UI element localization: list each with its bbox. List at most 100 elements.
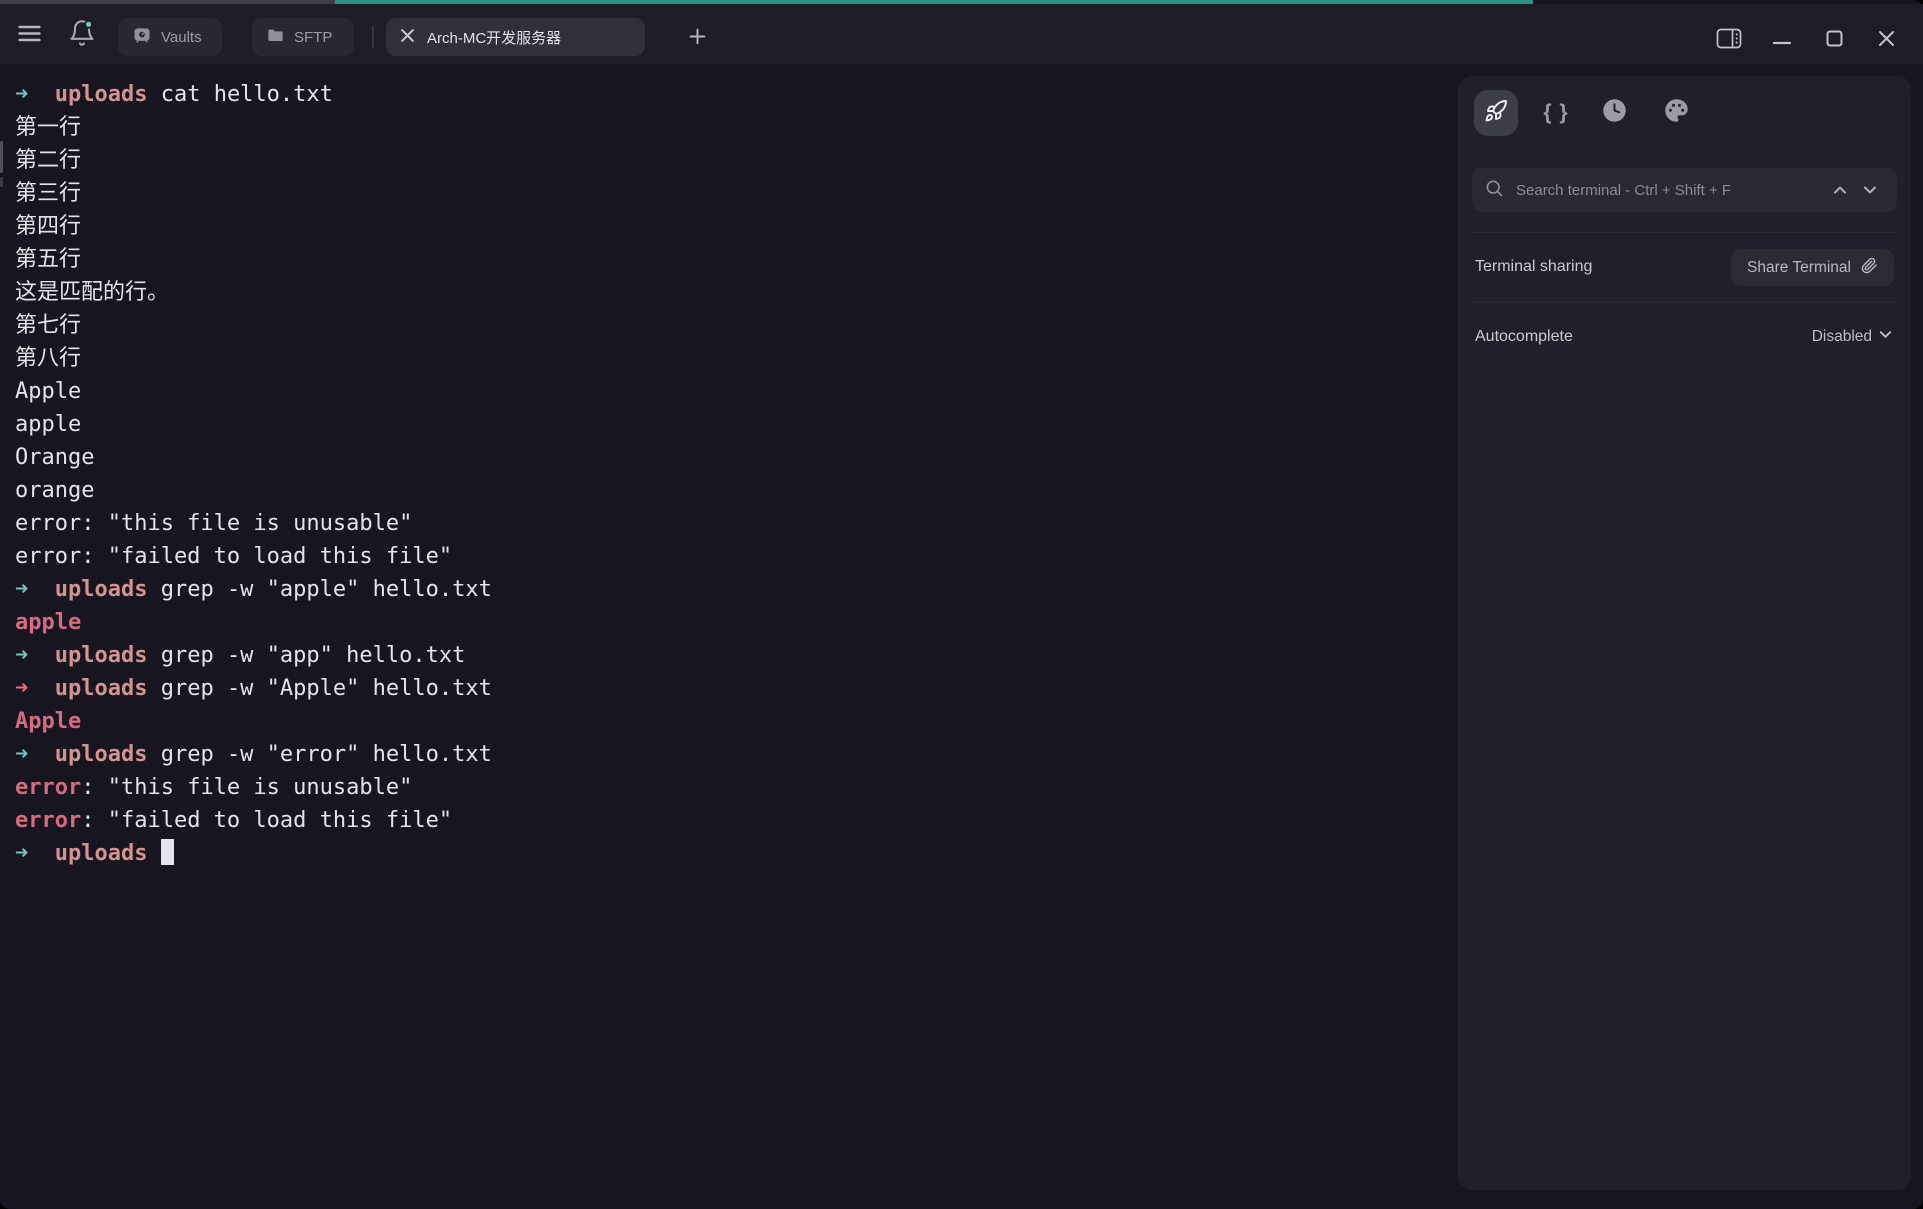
terminal-text-segment: orange	[15, 478, 94, 503]
terminal-text-segment: apple	[15, 610, 81, 635]
terminal-text-segment: ➜	[15, 82, 55, 107]
panel-tab-quick-actions[interactable]	[1474, 90, 1518, 136]
search-icon	[1484, 178, 1504, 203]
terminal-text-segment: error	[15, 808, 81, 833]
terminal-line: 第七行	[15, 309, 1435, 342]
terminal-text-segment: error: "this file is unusable"	[15, 511, 412, 536]
terminal-scrollbar-track	[0, 177, 3, 187]
terminal-text-segment: 第四行	[15, 214, 81, 239]
terminal-line: ➜ uploads cat hello.txt	[15, 78, 1435, 111]
terminal-line: error: "failed to load this file"	[15, 804, 1435, 837]
toggle-sidebar-button[interactable]	[1712, 28, 1746, 54]
minimize-button[interactable]	[1768, 28, 1796, 54]
terminal-text-segment: Orange	[15, 445, 94, 470]
terminal-line: 第三行	[15, 177, 1435, 210]
terminal-text-segment: grep -w "error" hello.txt	[147, 742, 491, 767]
tab-divider	[372, 25, 374, 49]
palette-icon	[1663, 97, 1690, 129]
terminal-line: ➜ uploads	[15, 837, 1435, 870]
tab-terminal-label: Arch-MC开发服务器	[427, 27, 561, 48]
panel-tab-snippets[interactable]: { }	[1534, 90, 1578, 136]
paperclip-icon	[1861, 257, 1878, 279]
terminal-text-segment: 第五行	[15, 247, 81, 272]
terminal-text-segment: uploads	[55, 742, 148, 767]
terminal-text-segment: ➜	[15, 643, 55, 668]
terminal-output[interactable]: ➜ uploads cat hello.txt 第一行第二行第三行第四行第五行这是…	[15, 78, 1435, 870]
tab-sftp[interactable]: SFTP	[252, 18, 354, 56]
autocomplete-dropdown[interactable]: Disabled	[1812, 322, 1893, 352]
tab-vaults-label: Vaults	[161, 29, 202, 46]
tab-sftp-label: SFTP	[294, 29, 332, 46]
panel-divider	[1472, 232, 1897, 233]
terminal-text-segment: : "this file is unusable"	[81, 775, 412, 800]
terminal-line: 第二行	[15, 144, 1435, 177]
terminal-text-segment: 这是匹配的行。	[15, 280, 169, 305]
bell-icon	[68, 19, 96, 52]
terminal-text-segment: uploads	[55, 577, 148, 602]
hamburger-menu-button[interactable]	[16, 25, 42, 47]
terminal-line: ➜ uploads grep -w "Apple" hello.txt	[15, 672, 1435, 705]
terminal-line: 第八行	[15, 342, 1435, 375]
terminal-text-segment: Apple	[15, 379, 81, 404]
terminal-text-segment: cat hello.txt	[147, 82, 332, 107]
terminal-line: ➜ uploads grep -w "apple" hello.txt	[15, 573, 1435, 606]
app-window: { "titlebar": { "tabs": [ { "label": "Va…	[0, 0, 1923, 1209]
autocomplete-value: Disabled	[1812, 328, 1872, 346]
hamburger-icon	[18, 25, 41, 47]
terminal-text-segment: error: "failed to load this file"	[15, 544, 452, 569]
terminal-settings-panel: { } Terminal sharing	[1458, 76, 1911, 1190]
terminal-search-box[interactable]	[1472, 168, 1897, 212]
terminal-search-input[interactable]	[1514, 181, 1825, 200]
tab-vaults[interactable]: Vaults	[118, 18, 222, 56]
clock-icon	[1601, 97, 1628, 129]
terminal-scrollbar[interactable]	[0, 141, 3, 173]
share-terminal-button[interactable]: Share Terminal	[1731, 249, 1894, 286]
terminal-text-segment: 第三行	[15, 181, 81, 206]
terminal-line: 这是匹配的行。	[15, 276, 1435, 309]
terminal-text-segment: Apple	[15, 709, 81, 734]
panel-tab-history[interactable]	[1592, 90, 1636, 136]
sidebar-toggle-icon	[1716, 28, 1742, 54]
terminal-line: ➜ uploads grep -w "app" hello.txt	[15, 639, 1435, 672]
terminal-text-segment: uploads	[55, 643, 148, 668]
braces-icon: { }	[1543, 101, 1568, 125]
terminal-line: ➜ uploads grep -w "error" hello.txt	[15, 738, 1435, 771]
terminal-line: 第一行	[15, 111, 1435, 144]
maximize-button[interactable]	[1820, 28, 1848, 54]
panel-tab-appearance[interactable]	[1654, 90, 1698, 136]
terminal-text-segment: ➜	[15, 676, 55, 701]
vault-icon	[132, 25, 152, 49]
share-terminal-button-label: Share Terminal	[1747, 259, 1851, 277]
close-window-icon	[1878, 30, 1895, 52]
notifications-button[interactable]	[66, 19, 98, 51]
terminal-line: 第四行	[15, 210, 1435, 243]
search-previous-button[interactable]	[1825, 175, 1855, 205]
terminal-text-segment	[147, 841, 160, 866]
terminal-line: 第五行	[15, 243, 1435, 276]
panel-divider	[1472, 302, 1897, 303]
new-tab-button[interactable]	[684, 26, 710, 52]
terminal-text-segment: ➜	[15, 577, 55, 602]
title-bar: Vaults SFTP Arch-MC开发服务器	[0, 4, 1923, 64]
minimize-icon	[1773, 32, 1791, 50]
terminal-text-segment: uploads	[55, 82, 148, 107]
terminal-text-segment: ➜	[15, 841, 55, 866]
rocket-icon	[1484, 99, 1508, 128]
terminal-text-segment: uploads	[55, 841, 148, 866]
terminal-text-segment: 第七行	[15, 313, 81, 338]
terminal-text-segment: : "failed to load this file"	[81, 808, 452, 833]
terminal-text-segment: 第八行	[15, 346, 81, 371]
terminal-line: apple	[15, 408, 1435, 441]
terminal-line: error: "this file is unusable"	[15, 771, 1435, 804]
tab-terminal-active[interactable]: Arch-MC开发服务器	[386, 18, 645, 56]
terminal-text-segment: 第一行	[15, 115, 81, 140]
search-next-button[interactable]	[1855, 175, 1885, 205]
close-tab-icon[interactable]	[400, 28, 415, 47]
terminal-cursor	[161, 839, 174, 865]
terminal-text-segment: grep -w "apple" hello.txt	[147, 577, 491, 602]
terminal-text-segment: apple	[15, 412, 81, 437]
close-window-button[interactable]	[1872, 28, 1900, 54]
terminal-text-segment: grep -w "Apple" hello.txt	[147, 676, 491, 701]
autocomplete-label: Autocomplete	[1475, 328, 1573, 346]
chevron-down-icon	[1878, 327, 1893, 347]
